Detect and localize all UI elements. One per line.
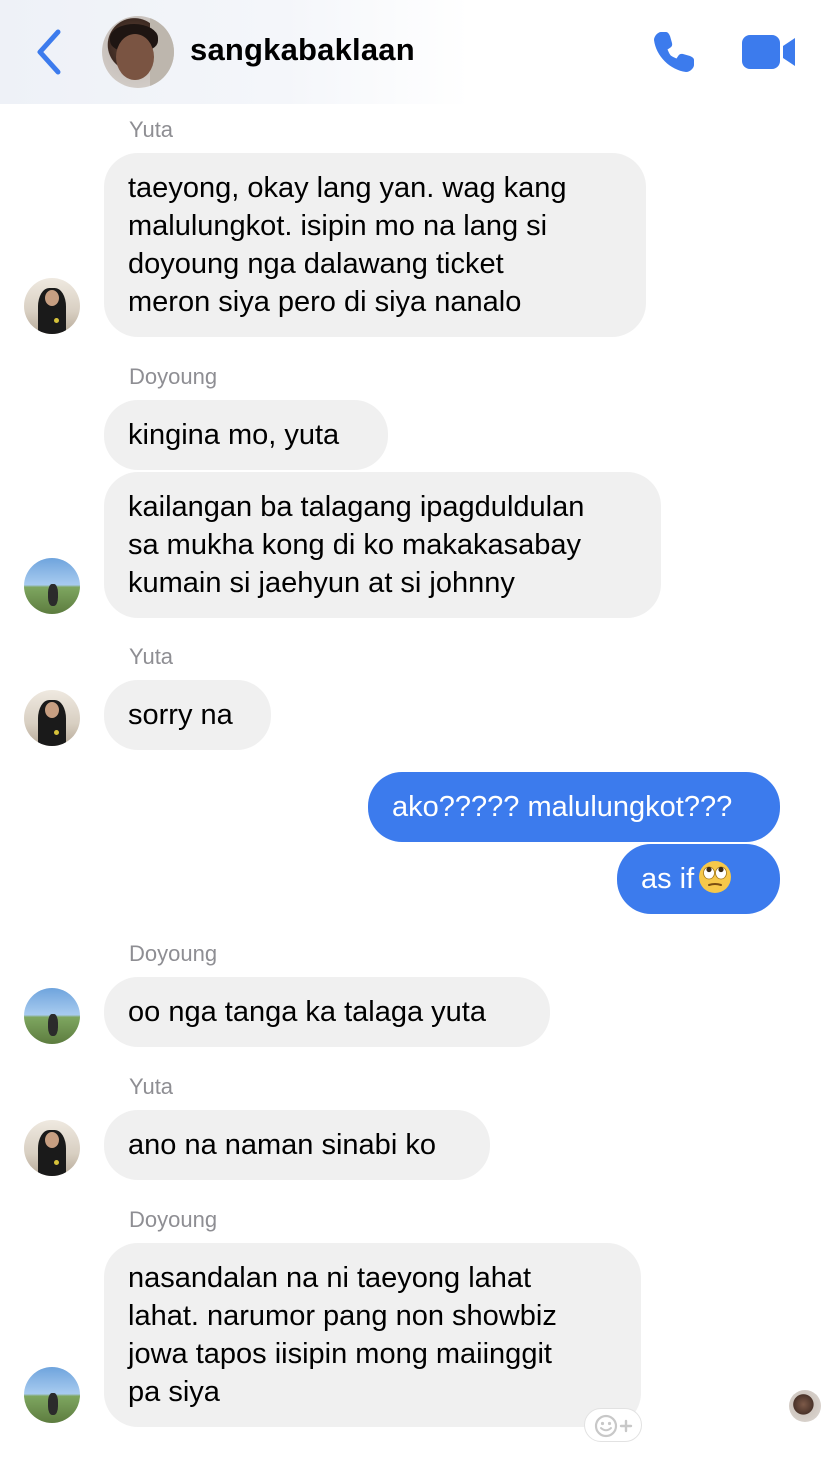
sender-name: Yuta	[129, 117, 174, 142]
face-with-rolling-eyes-icon	[699, 861, 732, 893]
sender-name: Doyoung	[129, 941, 218, 966]
read-receipt-avatar	[789, 1390, 821, 1422]
outgoing-message-bubble[interactable]: ako????? malulungkot???	[368, 772, 780, 842]
outgoing-message-bubble[interactable]: as if	[617, 844, 780, 914]
chat-header: sangkabaklaan	[0, 0, 828, 104]
message-bubble[interactable]: sorry na	[104, 680, 271, 750]
back-button[interactable]	[30, 26, 70, 78]
sender-name: Yuta	[129, 1074, 174, 1099]
call-button[interactable]	[650, 28, 698, 76]
group-avatar[interactable]	[102, 16, 174, 88]
add-reaction-icon	[594, 1414, 633, 1438]
sender-name: Yuta	[129, 644, 174, 669]
message-text: as if	[641, 863, 695, 895]
sender-avatar-yuta[interactable]	[24, 278, 80, 334]
message-bubble[interactable]: ano na naman sinabi ko	[104, 1110, 490, 1180]
add-reaction-button[interactable]	[584, 1408, 642, 1442]
sender-avatar-doyoung[interactable]	[24, 988, 80, 1044]
phone-icon	[654, 32, 694, 72]
sender-name: Doyoung	[129, 1207, 218, 1232]
message-bubble[interactable]: oo nga tanga ka talaga yuta	[104, 977, 550, 1047]
sender-avatar-yuta[interactable]	[24, 1120, 80, 1176]
chat-title[interactable]: sangkabaklaan	[190, 32, 415, 68]
sender-avatar-yuta[interactable]	[24, 690, 80, 746]
message-bubble[interactable]: taeyong, okay lang yan. wag kang malulun…	[104, 153, 646, 337]
video-camera-icon	[742, 35, 795, 69]
message-bubble[interactable]: kailangan ba talagang ipagduldulan sa mu…	[104, 472, 661, 618]
video-call-button[interactable]	[742, 34, 796, 70]
message-bubble[interactable]: kingina mo, yuta	[104, 400, 388, 470]
sender-avatar-doyoung[interactable]	[24, 558, 80, 614]
sender-avatar-doyoung[interactable]	[24, 1367, 80, 1423]
message-bubble[interactable]: nasandalan na ni taeyong lahat lahat. na…	[104, 1243, 641, 1427]
chevron-left-icon	[37, 29, 61, 75]
sender-name: Doyoung	[129, 364, 218, 389]
